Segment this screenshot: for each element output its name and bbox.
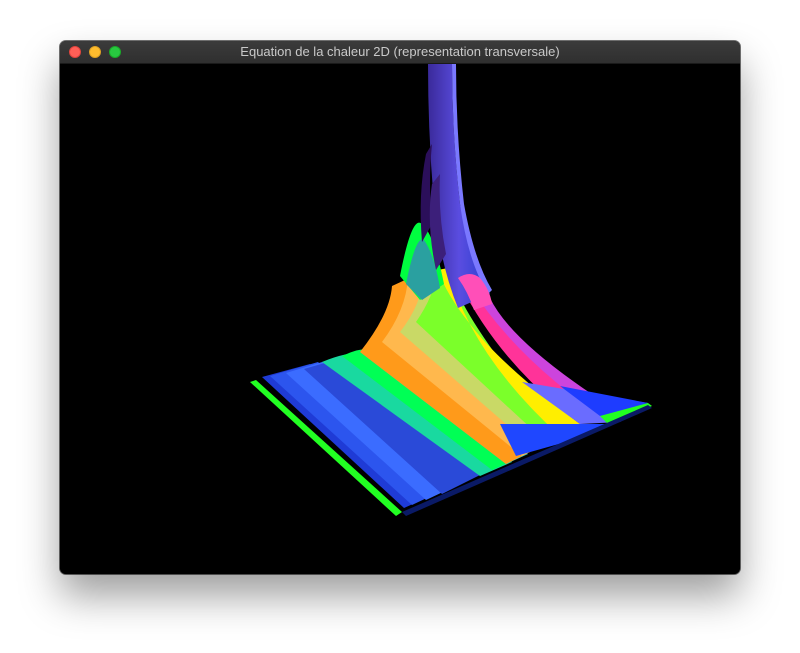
window-title: Equation de la chaleur 2D (representatio… — [240, 44, 560, 59]
surface-band — [500, 424, 608, 456]
heat-surface-render — [250, 64, 652, 516]
app-window: Equation de la chaleur 2D (representatio… — [60, 41, 740, 574]
opengl-canvas[interactable] — [60, 64, 740, 574]
title-bar[interactable]: Equation de la chaleur 2D (representatio… — [60, 41, 740, 64]
desktop: Equation de la chaleur 2D (representatio… — [0, 0, 800, 653]
